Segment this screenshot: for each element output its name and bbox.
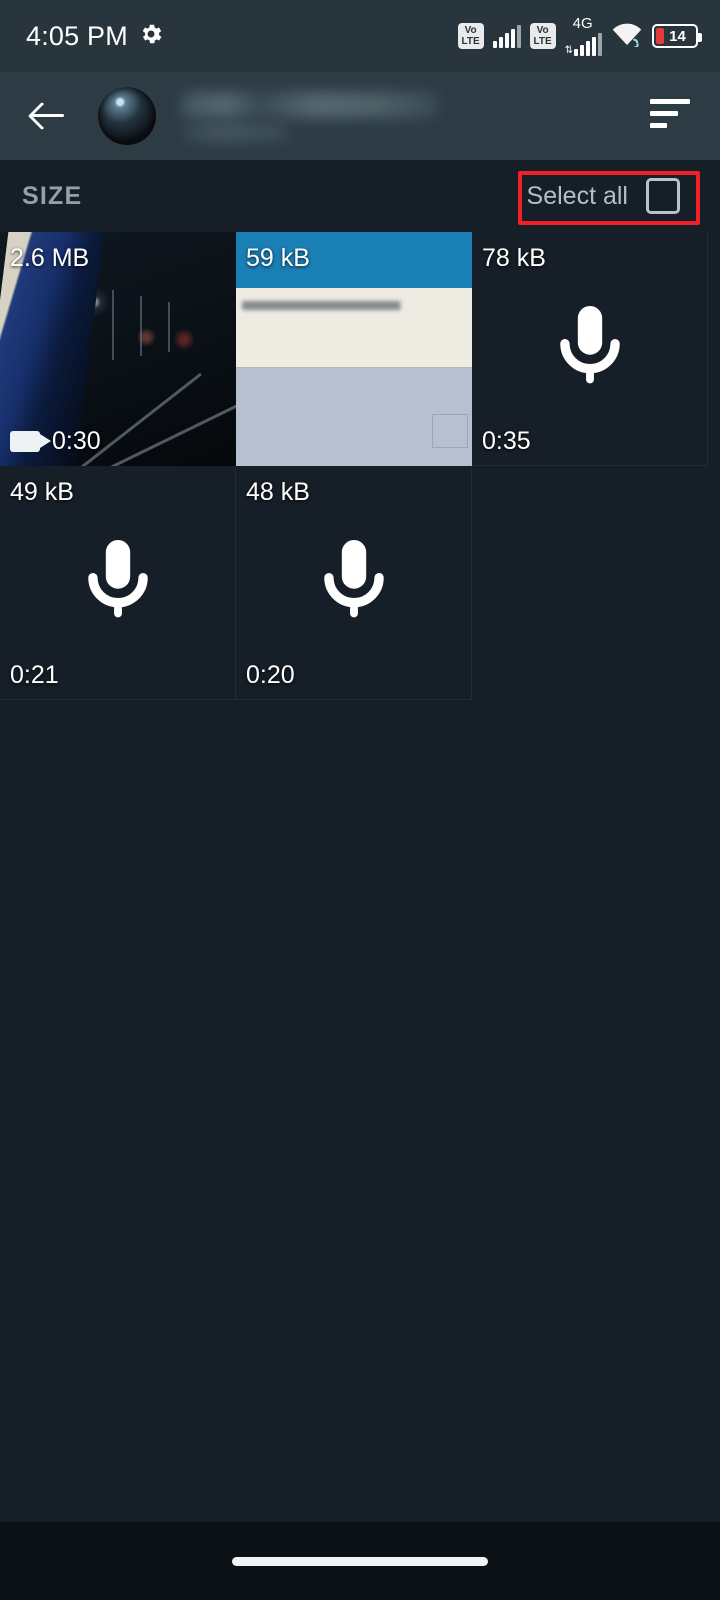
- mobile-network-indicator: 4G ⇅: [564, 14, 602, 56]
- home-pill[interactable]: [232, 1556, 488, 1566]
- media-tile-audio[interactable]: 48 kB 0:20: [236, 466, 472, 700]
- media-tile-audio[interactable]: 78 kB 0:35: [472, 232, 708, 466]
- section-title: SIZE: [22, 181, 83, 210]
- mic-icon: [311, 535, 397, 631]
- volte-icon-sim2: Vo LTE: [529, 23, 556, 49]
- back-arrow-icon[interactable]: [26, 93, 72, 139]
- media-tile-image[interactable]: 59 kB: [236, 232, 472, 466]
- section-header: SIZE Select all: [0, 160, 720, 232]
- file-size-label: 78 kB: [482, 244, 546, 272]
- data-arrows-icon: ⇅: [564, 44, 573, 56]
- duration-row: 0:30: [10, 427, 101, 456]
- file-size-label: 48 kB: [246, 478, 310, 506]
- wifi-icon: [611, 21, 643, 52]
- duration-label: 0:35: [482, 427, 531, 455]
- select-all-button[interactable]: Select all: [509, 170, 694, 222]
- select-all-checkbox[interactable]: [646, 178, 680, 214]
- duration-row: 0:21: [10, 661, 59, 690]
- signal-bars-sim1: [492, 24, 521, 48]
- network-type-label: 4G: [572, 14, 593, 32]
- clock: 4:05 PM: [26, 20, 128, 51]
- duration-label: 0:30: [52, 427, 101, 455]
- volte-icon-sim1: Vo LTE: [457, 23, 484, 49]
- status-bar-left: 4:05 PM: [26, 21, 164, 52]
- status-bar: 4:05 PM Vo LTE Vo LTE 4G ⇅ 14: [0, 0, 720, 72]
- media-tile-video[interactable]: 2.6 MB 0:30: [0, 232, 236, 466]
- mic-icon: [75, 535, 161, 631]
- battery-icon: 14: [652, 24, 702, 48]
- status-bar-right: Vo LTE Vo LTE 4G ⇅ 14: [457, 14, 702, 56]
- select-all-label: Select all: [526, 181, 628, 210]
- video-camera-icon: [10, 431, 51, 452]
- title-block[interactable]: [182, 91, 650, 141]
- duration-label: 0:21: [10, 661, 59, 689]
- file-size-label: 59 kB: [246, 244, 310, 272]
- battery-level-label: 14: [669, 27, 686, 45]
- duration-label: 0:20: [246, 661, 295, 689]
- gear-icon: [138, 21, 164, 52]
- app-bar: [0, 72, 720, 160]
- page-title: [182, 91, 438, 118]
- mic-icon: [547, 301, 633, 397]
- file-size-label: 2.6 MB: [10, 244, 90, 272]
- avatar[interactable]: [98, 87, 156, 145]
- file-size-label: 49 kB: [10, 478, 74, 506]
- page-subtitle: [184, 123, 288, 141]
- media-grid: 2.6 MB 0:30 59 kB 78 kB 0:35 49 kB 0:21 …: [0, 232, 720, 700]
- duration-row: 0:20: [246, 661, 295, 690]
- sort-icon[interactable]: [650, 99, 694, 133]
- gesture-nav-bar: [0, 1522, 720, 1600]
- media-tile-audio[interactable]: 49 kB 0:21: [0, 466, 236, 700]
- phone-screen: 4:05 PM Vo LTE Vo LTE 4G ⇅ 14 SIZE Selec…: [0, 0, 720, 1600]
- signal-bars-sim2: [574, 32, 602, 56]
- duration-row: 0:35: [482, 427, 531, 456]
